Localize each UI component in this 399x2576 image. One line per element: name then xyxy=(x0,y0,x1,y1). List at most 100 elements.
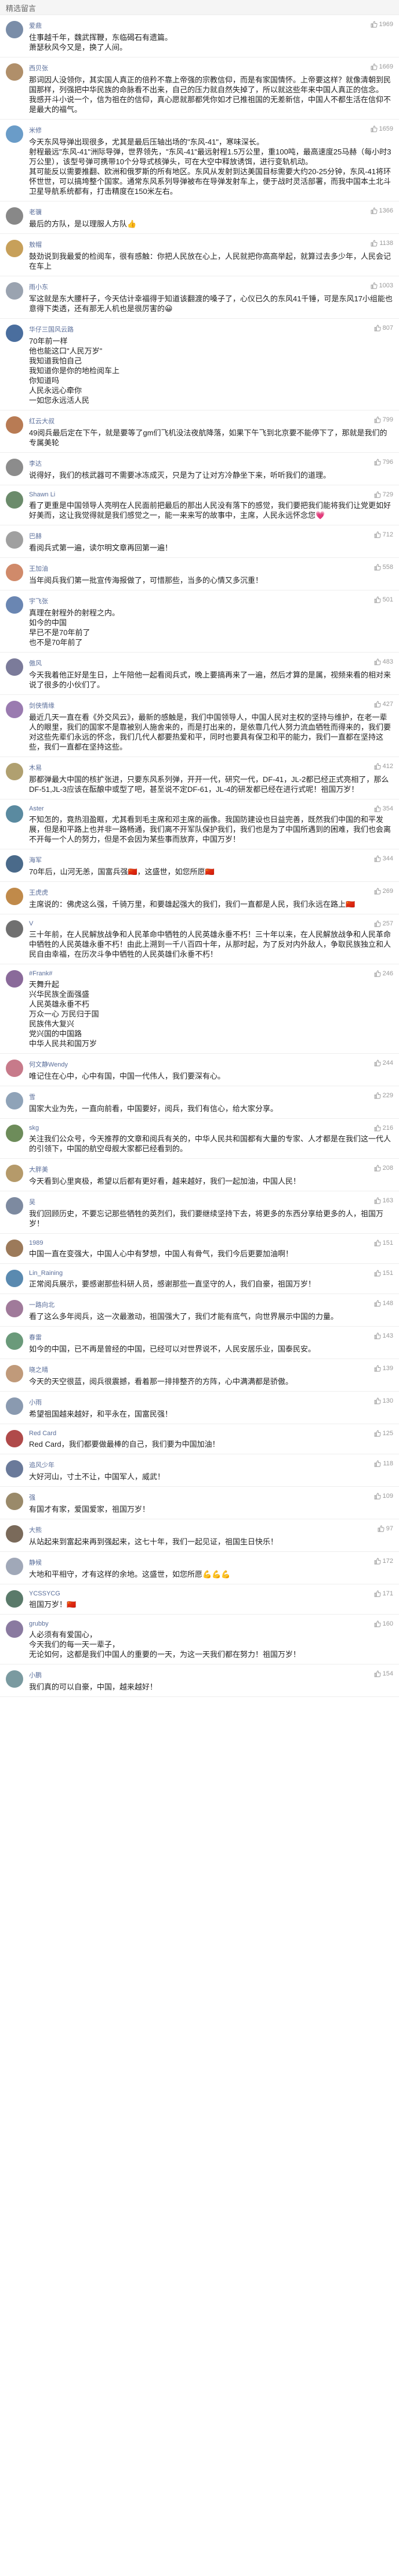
avatar[interactable] xyxy=(6,1060,23,1077)
like-button[interactable]: 1138 xyxy=(371,240,393,247)
commenter-name[interactable]: 宇飞张 xyxy=(29,596,48,606)
commenter-name[interactable]: #Frank# xyxy=(29,970,52,977)
avatar[interactable] xyxy=(6,1670,23,1688)
like-button[interactable]: 1669 xyxy=(371,63,393,70)
like-button[interactable]: 151 xyxy=(374,1240,393,1246)
like-button[interactable]: 558 xyxy=(374,564,393,571)
avatar[interactable] xyxy=(6,1558,23,1575)
like-button[interactable]: 109 xyxy=(374,1493,393,1500)
like-button[interactable]: 501 xyxy=(374,596,393,603)
avatar[interactable] xyxy=(6,491,23,509)
like-button[interactable]: 412 xyxy=(374,763,393,770)
avatar[interactable] xyxy=(6,325,23,342)
avatar[interactable] xyxy=(6,1590,23,1608)
like-button[interactable]: 160 xyxy=(374,1620,393,1627)
like-button[interactable]: 125 xyxy=(374,1430,393,1437)
commenter-name[interactable]: 强 xyxy=(29,1493,35,1502)
like-button[interactable]: 118 xyxy=(374,1460,393,1467)
avatar[interactable] xyxy=(6,970,23,988)
avatar[interactable] xyxy=(6,1092,23,1109)
avatar[interactable] xyxy=(6,459,23,476)
like-button[interactable]: 246 xyxy=(374,970,393,977)
like-button[interactable]: 796 xyxy=(374,459,393,466)
like-button[interactable]: 257 xyxy=(374,920,393,927)
like-button[interactable]: 1659 xyxy=(371,125,393,132)
avatar[interactable] xyxy=(6,1525,23,1543)
avatar[interactable] xyxy=(6,888,23,905)
avatar[interactable] xyxy=(6,1493,23,1510)
commenter-name[interactable]: 静候 xyxy=(29,1558,42,1567)
avatar[interactable] xyxy=(6,1365,23,1382)
commenter-name[interactable]: 雨小东 xyxy=(29,282,48,291)
commenter-name[interactable]: 红云大叔 xyxy=(29,416,55,426)
like-button[interactable]: 151 xyxy=(374,1270,393,1277)
like-button[interactable]: 1003 xyxy=(371,282,393,289)
commenter-name[interactable]: Lin_Raining xyxy=(29,1270,63,1277)
commenter-name[interactable]: Red Card xyxy=(29,1430,56,1437)
avatar[interactable] xyxy=(6,416,23,434)
commenter-name[interactable]: 大胖美 xyxy=(29,1165,48,1174)
avatar[interactable] xyxy=(6,763,23,780)
like-button[interactable]: 154 xyxy=(374,1670,393,1677)
like-button[interactable]: 1366 xyxy=(371,207,393,214)
avatar[interactable] xyxy=(6,1165,23,1182)
avatar[interactable] xyxy=(6,1270,23,1287)
like-button[interactable]: 344 xyxy=(374,855,393,862)
commenter-name[interactable]: 傲风 xyxy=(29,658,42,668)
commenter-name[interactable]: 剑侠情缘 xyxy=(29,701,55,710)
avatar[interactable] xyxy=(6,240,23,257)
like-button[interactable]: 171 xyxy=(374,1590,393,1597)
avatar[interactable] xyxy=(6,1300,23,1317)
commenter-name[interactable]: 敖帽 xyxy=(29,240,42,249)
commenter-name[interactable]: 西贝张 xyxy=(29,63,48,73)
like-button[interactable]: 143 xyxy=(374,1332,393,1339)
commenter-name[interactable]: V xyxy=(29,920,33,927)
like-button[interactable]: 148 xyxy=(374,1300,393,1307)
commenter-name[interactable]: skg xyxy=(29,1125,39,1132)
like-button[interactable]: 130 xyxy=(374,1397,393,1404)
commenter-name[interactable]: 木易 xyxy=(29,763,42,772)
commenter-name[interactable]: 追风少年 xyxy=(29,1460,55,1469)
avatar[interactable] xyxy=(6,658,23,676)
like-button[interactable]: 172 xyxy=(374,1558,393,1565)
commenter-name[interactable]: 大熊 xyxy=(29,1525,42,1534)
like-button[interactable]: 807 xyxy=(374,325,393,332)
like-button[interactable]: 139 xyxy=(374,1365,393,1372)
avatar[interactable] xyxy=(6,1620,23,1638)
commenter-name[interactable]: 海军 xyxy=(29,855,42,864)
like-button[interactable]: 799 xyxy=(374,416,393,423)
commenter-name[interactable]: 王加油 xyxy=(29,564,48,573)
like-button[interactable]: 229 xyxy=(374,1092,393,1099)
commenter-name[interactable]: 春雷 xyxy=(29,1332,42,1342)
avatar[interactable] xyxy=(6,531,23,549)
avatar[interactable] xyxy=(6,1397,23,1415)
like-button[interactable]: 208 xyxy=(374,1165,393,1172)
avatar[interactable] xyxy=(6,920,23,938)
avatar[interactable] xyxy=(6,805,23,823)
like-button[interactable]: 244 xyxy=(374,1060,393,1067)
commenter-name[interactable]: 王虎虎 xyxy=(29,888,48,897)
commenter-name[interactable]: 小雨 xyxy=(29,1397,42,1407)
commenter-name[interactable]: grubby xyxy=(29,1620,49,1627)
commenter-name[interactable]: YCSSYCG xyxy=(29,1590,60,1597)
commenter-name[interactable]: Aster xyxy=(29,805,44,812)
commenter-name[interactable]: 一路向北 xyxy=(29,1300,55,1309)
avatar[interactable] xyxy=(6,21,23,38)
commenter-name[interactable]: 晓之晴 xyxy=(29,1365,48,1374)
like-button[interactable]: 354 xyxy=(374,805,393,812)
avatar[interactable] xyxy=(6,701,23,718)
commenter-name[interactable]: 小鹏 xyxy=(29,1670,42,1680)
like-button[interactable]: 483 xyxy=(374,658,393,665)
avatar[interactable] xyxy=(6,1240,23,1257)
like-button[interactable]: 1969 xyxy=(371,21,393,28)
like-button[interactable]: 427 xyxy=(374,701,393,708)
commenter-name[interactable]: Shawn Li xyxy=(29,491,55,498)
avatar[interactable] xyxy=(6,1332,23,1350)
commenter-name[interactable]: 华仔三国风云路 xyxy=(29,325,74,334)
like-button[interactable]: 97 xyxy=(378,1525,393,1532)
commenter-name[interactable]: 米修 xyxy=(29,125,42,135)
avatar[interactable] xyxy=(6,1125,23,1142)
commenter-name[interactable]: 巴赫 xyxy=(29,531,42,541)
avatar[interactable] xyxy=(6,207,23,225)
like-button[interactable]: 216 xyxy=(374,1125,393,1132)
